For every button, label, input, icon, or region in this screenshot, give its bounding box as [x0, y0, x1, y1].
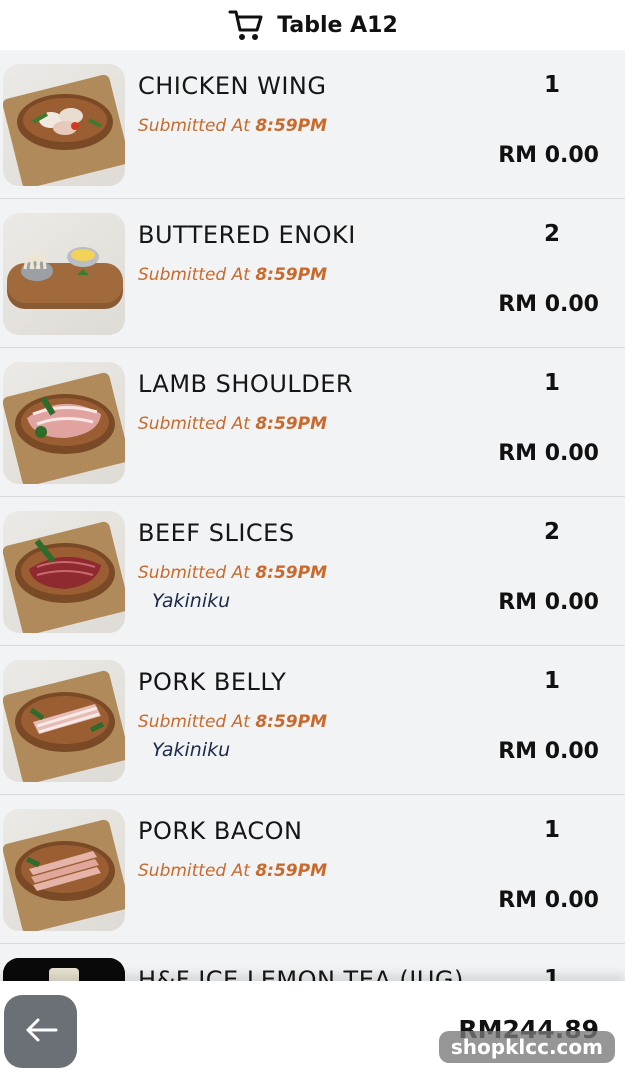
item-name: CHICKEN WING: [138, 72, 327, 100]
item-image: [3, 362, 125, 484]
arrow-left-icon: [24, 1018, 58, 1046]
submitted-time: Submitted At 8:59PM: [138, 861, 327, 881]
order-item[interactable]: PORK BACON Submitted At 8:59PM 1 RM 0.00: [0, 795, 625, 944]
item-price: RM 0.00: [498, 441, 599, 466]
submitted-time: Submitted At 8:59PM: [138, 414, 327, 434]
table-title: Table A12: [277, 12, 398, 38]
order-item[interactable]: H&F ICE LEMON TEA (JUG) 1: [0, 944, 625, 981]
item-price: RM 0.00: [498, 292, 599, 317]
item-note: Yakiniku: [152, 590, 231, 612]
item-quantity: 1: [543, 370, 560, 396]
header-bar: Table A12: [0, 0, 625, 50]
item-name: BUTTERED ENOKI: [138, 221, 356, 249]
order-item[interactable]: LAMB SHOULDER Submitted At 8:59PM 1 RM 0…: [0, 348, 625, 497]
item-name: PORK BELLY: [138, 668, 287, 696]
item-price: RM 0.00: [498, 590, 599, 615]
submitted-time: Submitted At 8:59PM: [138, 116, 327, 136]
order-item[interactable]: BUTTERED ENOKI Submitted At 8:59PM 2 RM …: [0, 199, 625, 348]
item-price: RM 0.00: [498, 739, 599, 764]
order-list[interactable]: CHICKEN WING Submitted At 8:59PM 1 RM 0.…: [0, 50, 625, 981]
order-item[interactable]: PORK BELLY Submitted At 8:59PM Yakiniku …: [0, 646, 625, 795]
item-image: [3, 809, 125, 931]
item-name: LAMB SHOULDER: [138, 370, 354, 398]
item-quantity: 1: [543, 817, 560, 843]
watermark: shopklcc.com: [438, 1031, 615, 1063]
item-image: [3, 64, 125, 186]
back-button[interactable]: [4, 995, 77, 1068]
item-image: [3, 511, 125, 633]
item-quantity: 1: [543, 966, 560, 981]
item-quantity: 2: [543, 519, 560, 545]
item-price: RM 0.00: [498, 143, 599, 168]
item-image: [3, 213, 125, 335]
item-quantity: 2: [543, 221, 560, 247]
item-name: PORK BACON: [138, 817, 303, 845]
item-quantity: 1: [543, 668, 560, 694]
footer-bar: RM244.89 shopklcc.com: [0, 981, 625, 1080]
item-price: RM 0.00: [498, 888, 599, 913]
item-image: [3, 958, 125, 981]
cart-icon[interactable]: [227, 6, 265, 44]
submitted-time: Submitted At 8:59PM: [138, 563, 327, 583]
item-name: H&F ICE LEMON TEA (JUG): [138, 966, 464, 981]
item-image: [3, 660, 125, 782]
order-item[interactable]: BEEF SLICES Submitted At 8:59PM Yakiniku…: [0, 497, 625, 646]
item-quantity: 1: [543, 72, 560, 98]
order-item[interactable]: CHICKEN WING Submitted At 8:59PM 1 RM 0.…: [0, 50, 625, 199]
item-name: BEEF SLICES: [138, 519, 295, 547]
submitted-time: Submitted At 8:59PM: [138, 265, 327, 285]
item-note: Yakiniku: [152, 739, 231, 761]
submitted-time: Submitted At 8:59PM: [138, 712, 327, 732]
